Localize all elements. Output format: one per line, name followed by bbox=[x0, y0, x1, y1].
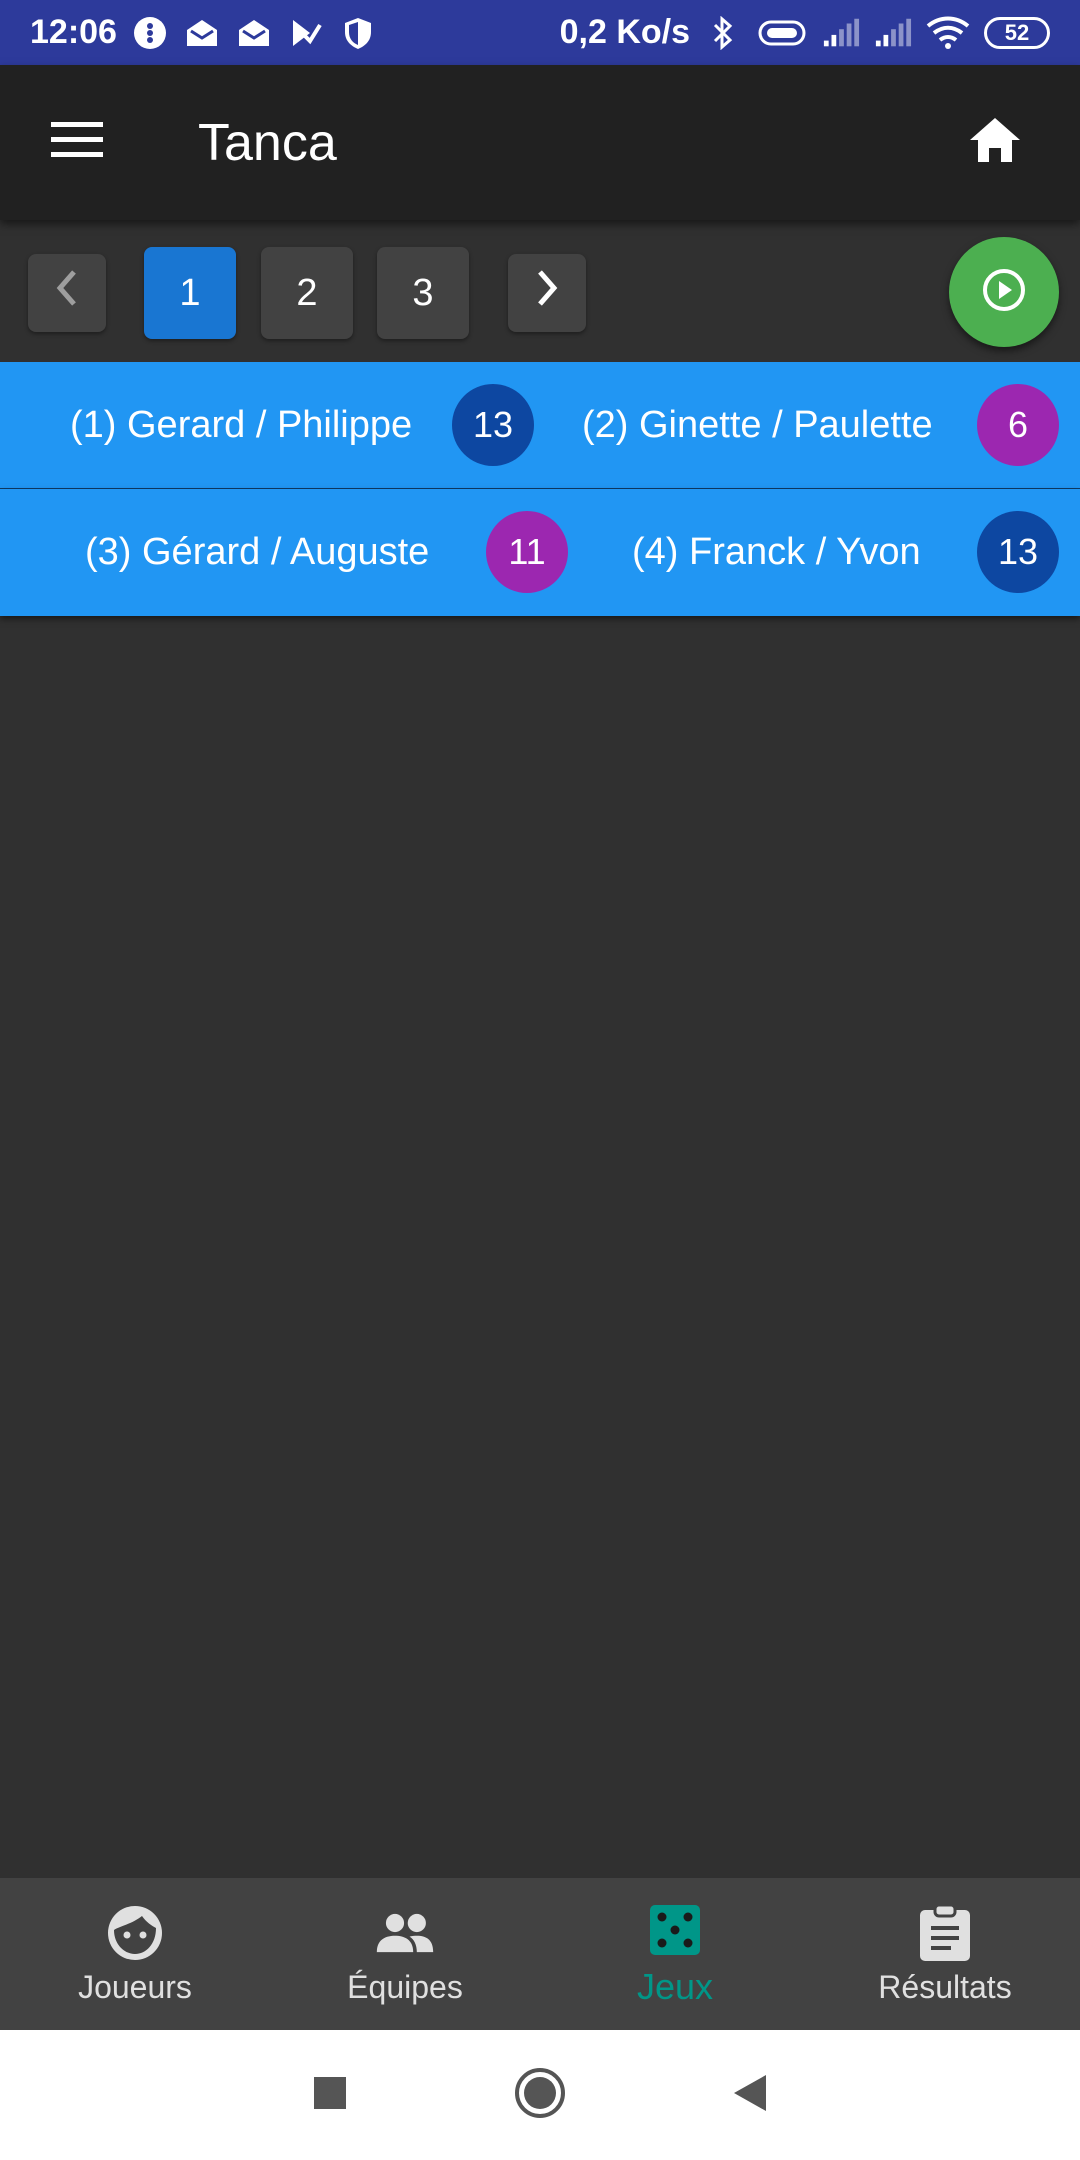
signal-icon-1 bbox=[822, 14, 860, 52]
match-row[interactable]: (3) Gérard / Auguste 11 (4) Franck / Yvo… bbox=[0, 489, 1080, 616]
task-check-icon bbox=[287, 14, 325, 52]
chevron-right-icon bbox=[532, 268, 562, 318]
nav-item-joueurs[interactable]: Joueurs bbox=[0, 1878, 270, 2030]
score-badge[interactable]: 13 bbox=[452, 384, 534, 466]
square-icon bbox=[313, 2076, 347, 2115]
mail-open-icon bbox=[183, 14, 221, 52]
previous-page-button[interactable] bbox=[28, 254, 106, 332]
status-right: 0,2 Ko/s 52 bbox=[560, 13, 1050, 52]
vibrate-icon bbox=[756, 14, 808, 52]
next-page-button[interactable] bbox=[508, 254, 586, 332]
shield-icon bbox=[339, 14, 377, 52]
nav-item-resultats[interactable]: Résultats bbox=[810, 1878, 1080, 2030]
face-icon bbox=[105, 1903, 165, 1963]
team-label: (4) Franck / Yvon bbox=[632, 531, 921, 573]
clipboard-icon bbox=[915, 1903, 975, 1963]
match-list: (1) Gerard / Philippe 13 (2) Ginette / P… bbox=[0, 362, 1080, 616]
page-button-2[interactable]: 2 bbox=[261, 247, 353, 339]
team-label: (3) Gérard / Auguste bbox=[85, 531, 430, 573]
status-bar: 12:06 0,2 Ko/s 52 bbox=[0, 0, 1080, 65]
back-button[interactable] bbox=[720, 2065, 780, 2125]
page-button-1[interactable]: 1 bbox=[144, 247, 236, 339]
status-left: 12:06 bbox=[30, 13, 377, 52]
battery-level: 52 bbox=[1004, 19, 1030, 45]
battery-indicator: 52 bbox=[984, 16, 1050, 49]
round-pager: 1 2 3 bbox=[0, 220, 1080, 362]
status-time: 12:06 bbox=[30, 13, 117, 51]
nav-label: Joueurs bbox=[78, 1968, 192, 2005]
menu-icon bbox=[51, 121, 103, 164]
menu-button[interactable] bbox=[22, 88, 132, 198]
home-icon bbox=[968, 116, 1022, 169]
app-bar: Tanca bbox=[0, 65, 1080, 220]
play-circle-icon bbox=[981, 267, 1027, 318]
notification-dots-icon bbox=[131, 14, 169, 52]
nav-label: Jeux bbox=[636, 1966, 714, 2007]
page-button-3[interactable]: 3 bbox=[377, 247, 469, 339]
system-navigation-bar bbox=[0, 2030, 1080, 2160]
people-icon bbox=[375, 1903, 435, 1963]
home-button[interactable] bbox=[950, 98, 1040, 188]
circle-icon bbox=[514, 2067, 566, 2124]
page-title: Tanca bbox=[198, 113, 337, 172]
wifi-icon bbox=[926, 14, 970, 52]
net-speed: 0,2 Ko/s bbox=[559, 13, 690, 51]
score-badge[interactable]: 13 bbox=[977, 511, 1059, 593]
bluetooth-icon bbox=[704, 14, 742, 52]
team-label: (1) Gerard / Philippe bbox=[70, 404, 413, 446]
nav-label: Équipes bbox=[347, 1968, 463, 2005]
back-triangle-icon bbox=[732, 2073, 768, 2118]
team-label: (2) Ginette / Paulette bbox=[582, 404, 933, 446]
mail-open-icon-2 bbox=[235, 14, 273, 52]
chevron-left-icon bbox=[52, 268, 82, 318]
nav-item-equipes[interactable]: Équipes bbox=[270, 1878, 540, 2030]
score-badge[interactable]: 11 bbox=[486, 511, 568, 593]
bottom-navigation: Joueurs Équipes Jeux Résultats bbox=[0, 1878, 1080, 2030]
nav-item-jeux[interactable]: Jeux bbox=[540, 1878, 810, 2030]
home-system-button[interactable] bbox=[510, 2065, 570, 2125]
nav-label: Résultats bbox=[878, 1968, 1012, 2005]
dice-icon bbox=[645, 1900, 705, 1960]
signal-icon-2 bbox=[874, 14, 912, 52]
recents-button[interactable] bbox=[300, 2065, 360, 2125]
match-row[interactable]: (1) Gerard / Philippe 13 (2) Ginette / P… bbox=[0, 362, 1080, 489]
play-round-button[interactable] bbox=[949, 237, 1059, 347]
score-badge[interactable]: 6 bbox=[977, 384, 1059, 466]
